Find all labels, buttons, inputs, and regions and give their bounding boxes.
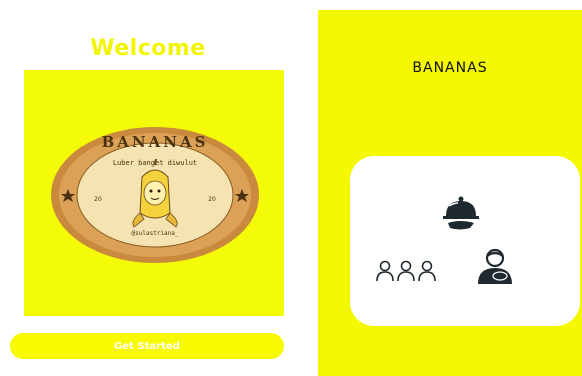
group-users-icon[interactable]: [376, 259, 436, 283]
welcome-title: Welcome: [90, 36, 206, 61]
logo-brand-text: BANANAS: [102, 133, 209, 151]
serving-dish-icon[interactable]: [440, 196, 482, 232]
get-started-button[interactable]: Get Started: [10, 333, 284, 359]
logo-year-right: 20: [208, 196, 216, 203]
hero-panel: BANANAS Luber banget diwulut 20 20 @sula…: [24, 70, 284, 316]
menu-card: [350, 156, 580, 326]
welcome-screen: Welcome BANANAS Luber banget diwulut 20 …: [0, 0, 296, 376]
logo-handle-text: @sulastriana_: [132, 230, 179, 237]
app-title: BANANAS: [412, 60, 488, 76]
bananas-logo-badge: BANANAS Luber banget diwulut 20 20 @sula…: [51, 127, 259, 263]
home-screen: BANANAS: [318, 10, 582, 376]
customer-service-icon[interactable]: [474, 248, 516, 286]
logo-year-left: 20: [94, 196, 102, 203]
